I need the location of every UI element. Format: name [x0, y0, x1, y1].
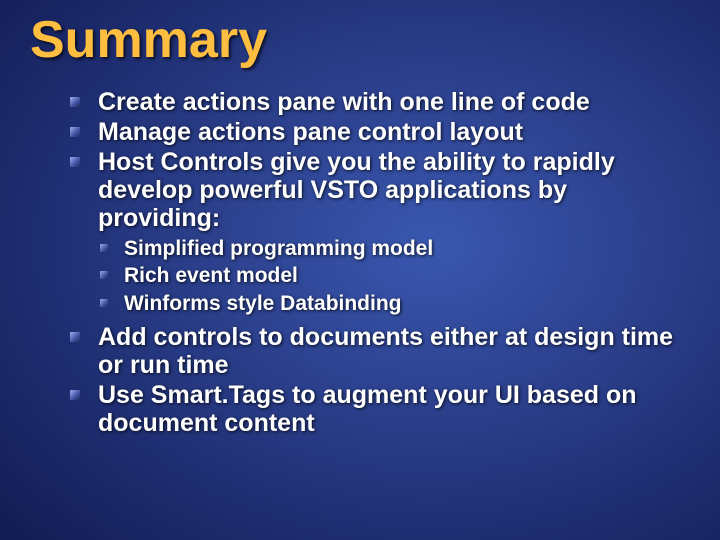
- sub-bullet-item: Simplified programming model: [100, 236, 690, 262]
- sub-bullet-item: Rich event model: [100, 263, 690, 289]
- bullet-item: Add controls to documents either at desi…: [70, 323, 690, 379]
- bullet-item: Manage actions pane control layout: [70, 118, 690, 146]
- bullet-item: Create actions pane with one line of cod…: [70, 88, 690, 116]
- sub-bullet-list: Simplified programming model Rich event …: [100, 236, 690, 317]
- slide: Summary Create actions pane with one lin…: [0, 0, 720, 540]
- bullet-list: Create actions pane with one line of cod…: [70, 88, 690, 232]
- sub-bullet-item: Winforms style Databinding: [100, 291, 690, 317]
- bullet-item: Use Smart.Tags to augment your UI based …: [70, 381, 690, 437]
- bullet-list: Add controls to documents either at desi…: [70, 323, 690, 437]
- bullet-item: Host Controls give you the ability to ra…: [70, 148, 690, 232]
- slide-title: Summary: [30, 10, 690, 70]
